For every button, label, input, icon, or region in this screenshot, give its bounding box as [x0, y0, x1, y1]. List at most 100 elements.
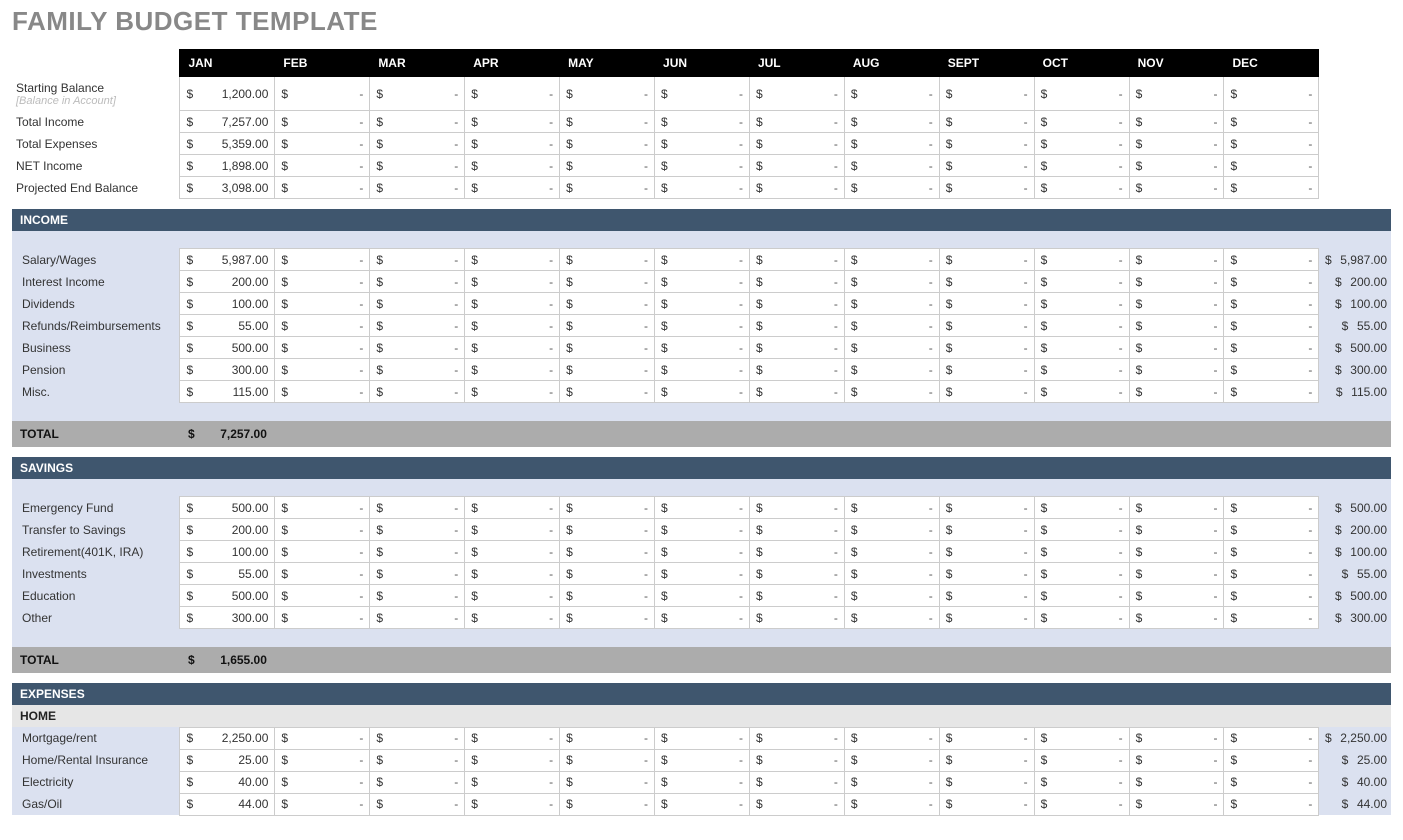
- money-cell[interactable]: $-: [1034, 497, 1129, 519]
- money-cell[interactable]: $300.00: [180, 359, 275, 381]
- money-cell[interactable]: $-: [939, 155, 1034, 177]
- money-cell[interactable]: $-: [655, 359, 750, 381]
- money-cell[interactable]: $-: [749, 133, 844, 155]
- money-cell[interactable]: $-: [275, 563, 370, 585]
- money-cell[interactable]: $-: [1129, 359, 1224, 381]
- money-cell[interactable]: $-: [1129, 77, 1224, 111]
- money-cell[interactable]: $-: [1034, 381, 1129, 403]
- money-cell[interactable]: $-: [1129, 727, 1224, 749]
- money-cell[interactable]: $-: [1224, 381, 1319, 403]
- money-cell[interactable]: $200.00: [180, 519, 275, 541]
- money-cell[interactable]: $3,098.00: [180, 177, 275, 199]
- money-cell[interactable]: $-: [1224, 271, 1319, 293]
- money-cell[interactable]: $-: [844, 337, 939, 359]
- money-cell[interactable]: $-: [465, 541, 560, 563]
- money-cell[interactable]: $-: [1034, 607, 1129, 629]
- money-cell[interactable]: $-: [370, 133, 465, 155]
- money-cell[interactable]: $-: [1034, 749, 1129, 771]
- money-cell[interactable]: $-: [1129, 271, 1224, 293]
- money-cell[interactable]: $-: [844, 177, 939, 199]
- money-cell[interactable]: $-: [560, 315, 655, 337]
- money-cell[interactable]: $-: [655, 293, 750, 315]
- money-cell[interactable]: $500.00: [180, 337, 275, 359]
- money-cell[interactable]: $-: [560, 585, 655, 607]
- money-cell[interactable]: $-: [939, 77, 1034, 111]
- money-cell[interactable]: $-: [275, 315, 370, 337]
- money-cell[interactable]: $-: [560, 249, 655, 271]
- money-cell[interactable]: $-: [655, 585, 750, 607]
- money-cell[interactable]: $-: [844, 749, 939, 771]
- money-cell[interactable]: $-: [939, 249, 1034, 271]
- money-cell[interactable]: $-: [370, 177, 465, 199]
- money-cell[interactable]: $-: [275, 77, 370, 111]
- money-cell[interactable]: $-: [1224, 793, 1319, 815]
- money-cell[interactable]: $-: [749, 585, 844, 607]
- money-cell[interactable]: $-: [1034, 155, 1129, 177]
- money-cell[interactable]: $-: [465, 793, 560, 815]
- money-cell[interactable]: $-: [844, 585, 939, 607]
- money-cell[interactable]: $-: [939, 563, 1034, 585]
- money-cell[interactable]: $-: [275, 541, 370, 563]
- money-cell[interactable]: $-: [1034, 793, 1129, 815]
- money-cell[interactable]: $-: [1129, 155, 1224, 177]
- money-cell[interactable]: $-: [1034, 177, 1129, 199]
- money-cell[interactable]: $-: [844, 77, 939, 111]
- money-cell[interactable]: $-: [370, 77, 465, 111]
- money-cell[interactable]: $-: [1224, 727, 1319, 749]
- money-cell[interactable]: $-: [275, 177, 370, 199]
- money-cell[interactable]: $-: [1224, 563, 1319, 585]
- money-cell[interactable]: $-: [749, 177, 844, 199]
- money-cell[interactable]: $-: [560, 381, 655, 403]
- money-cell[interactable]: $-: [560, 793, 655, 815]
- money-cell[interactable]: $-: [275, 155, 370, 177]
- money-cell[interactable]: $-: [939, 177, 1034, 199]
- money-cell[interactable]: $-: [655, 563, 750, 585]
- money-cell[interactable]: $200.00: [180, 271, 275, 293]
- money-cell[interactable]: $-: [465, 77, 560, 111]
- money-cell[interactable]: $-: [1129, 337, 1224, 359]
- money-cell[interactable]: $-: [1224, 359, 1319, 381]
- money-cell[interactable]: $-: [844, 793, 939, 815]
- money-cell[interactable]: $-: [465, 563, 560, 585]
- money-cell[interactable]: $-: [844, 381, 939, 403]
- money-cell[interactable]: $-: [1129, 293, 1224, 315]
- money-cell[interactable]: $-: [1224, 249, 1319, 271]
- money-cell[interactable]: $-: [370, 315, 465, 337]
- money-cell[interactable]: $-: [275, 133, 370, 155]
- money-cell[interactable]: $-: [1224, 771, 1319, 793]
- money-cell[interactable]: $-: [1129, 249, 1224, 271]
- money-cell[interactable]: $-: [844, 155, 939, 177]
- money-cell[interactable]: $-: [275, 293, 370, 315]
- money-cell[interactable]: $-: [749, 155, 844, 177]
- money-cell[interactable]: $-: [1034, 359, 1129, 381]
- money-cell[interactable]: $100.00: [180, 541, 275, 563]
- money-cell[interactable]: $-: [1224, 77, 1319, 111]
- money-cell[interactable]: $-: [749, 497, 844, 519]
- money-cell[interactable]: $-: [939, 519, 1034, 541]
- money-cell[interactable]: $-: [655, 315, 750, 337]
- money-cell[interactable]: $-: [465, 133, 560, 155]
- money-cell[interactable]: $-: [749, 337, 844, 359]
- money-cell[interactable]: $-: [939, 293, 1034, 315]
- money-cell[interactable]: $-: [844, 271, 939, 293]
- money-cell[interactable]: $-: [370, 541, 465, 563]
- money-cell[interactable]: $-: [275, 793, 370, 815]
- money-cell[interactable]: $-: [939, 497, 1034, 519]
- money-cell[interactable]: $-: [1224, 541, 1319, 563]
- money-cell[interactable]: $-: [655, 793, 750, 815]
- money-cell[interactable]: $-: [844, 607, 939, 629]
- money-cell[interactable]: $-: [370, 293, 465, 315]
- money-cell[interactable]: $-: [370, 519, 465, 541]
- money-cell[interactable]: $-: [749, 77, 844, 111]
- money-cell[interactable]: $-: [370, 585, 465, 607]
- money-cell[interactable]: $-: [1129, 497, 1224, 519]
- money-cell[interactable]: $55.00: [180, 563, 275, 585]
- money-cell[interactable]: $-: [560, 337, 655, 359]
- money-cell[interactable]: $-: [939, 271, 1034, 293]
- money-cell[interactable]: $-: [275, 585, 370, 607]
- money-cell[interactable]: $25.00: [180, 749, 275, 771]
- money-cell[interactable]: $-: [655, 271, 750, 293]
- money-cell[interactable]: $-: [465, 293, 560, 315]
- money-cell[interactable]: $-: [465, 155, 560, 177]
- money-cell[interactable]: $-: [655, 381, 750, 403]
